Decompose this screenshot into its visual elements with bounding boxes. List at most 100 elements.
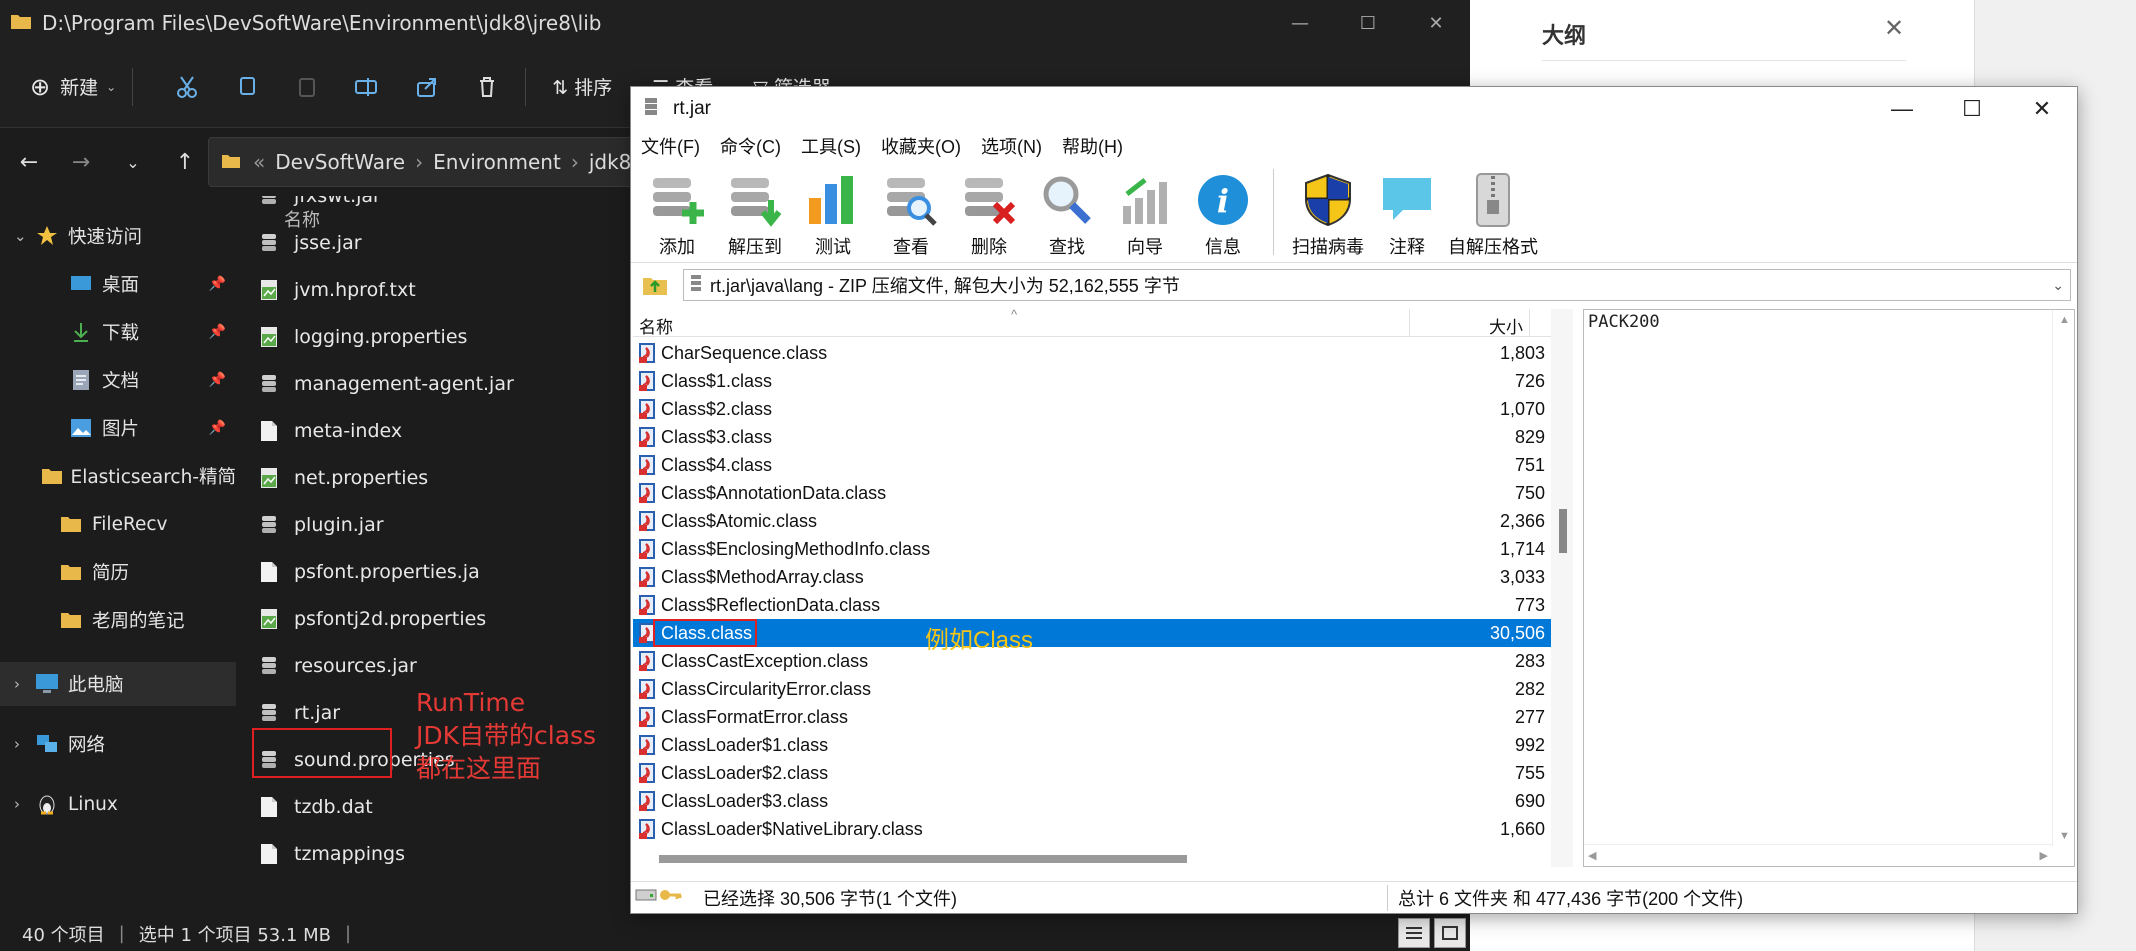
scrollbar-thumb[interactable] bbox=[659, 855, 1187, 863]
close-button[interactable]: ✕ bbox=[1402, 0, 1470, 46]
column-header-name[interactable]: 名称 bbox=[639, 313, 673, 338]
copy-icon[interactable] bbox=[225, 65, 269, 109]
sidebar-item-label: 老周的笔记 bbox=[92, 611, 185, 632]
rename-icon[interactable] bbox=[345, 65, 389, 109]
archive-row[interactable]: ClassLoader$NativeLibrary.class 1,660 bbox=[633, 815, 1551, 843]
sidebar-item-elasticsearch[interactable]: Elasticsearch-精简 bbox=[0, 454, 236, 498]
tool-label: 向导 bbox=[1127, 237, 1163, 257]
back-arrow-icon[interactable]: ← bbox=[6, 139, 52, 185]
scan-virus-button[interactable]: 扫描病毒 bbox=[1283, 163, 1373, 263]
archive-row[interactable]: ClassLoader$3.class 690 bbox=[633, 787, 1551, 815]
menu-favorites[interactable]: 收藏夹(O) bbox=[881, 133, 961, 159]
sort-button[interactable]: ⇅ 排序 bbox=[552, 73, 612, 100]
delete-button[interactable]: 删除 bbox=[949, 163, 1029, 263]
scroll-up-arrow-icon[interactable]: ▲ bbox=[2059, 314, 2070, 326]
sidebar-item-filerecv[interactable]: FileRecv bbox=[0, 502, 236, 546]
key-icon[interactable] bbox=[659, 887, 683, 908]
archive-row[interactable]: Class$2.class 1,070 bbox=[633, 395, 1551, 423]
up-arrow-icon[interactable]: ↑ bbox=[162, 139, 208, 185]
scrollbar-thumb[interactable] bbox=[1559, 509, 1567, 553]
add-button[interactable]: 添加 bbox=[637, 163, 717, 263]
cut-icon[interactable] bbox=[165, 65, 209, 109]
delete-icon[interactable] bbox=[465, 65, 509, 109]
archive-row[interactable]: Class$AnnotationData.class 750 bbox=[633, 479, 1551, 507]
archive-row[interactable]: ClassFormatError.class 277 bbox=[633, 703, 1551, 731]
menu-commands[interactable]: 命令(C) bbox=[720, 133, 781, 159]
scroll-left-arrow-icon[interactable]: ◀ bbox=[1588, 849, 1596, 862]
file-name: logging.properties bbox=[294, 326, 468, 348]
close-button[interactable]: ✕ bbox=[2007, 87, 2077, 131]
column-header-size[interactable]: 大小 bbox=[1489, 313, 1523, 338]
breadcrumb-overflow[interactable]: « bbox=[253, 150, 265, 174]
breadcrumb-devsoftware[interactable]: DevSoftWare bbox=[275, 150, 405, 174]
new-button[interactable]: ⊕ 新建 ⌄ bbox=[30, 73, 116, 101]
close-icon[interactable]: ✕ bbox=[1884, 14, 1904, 42]
scroll-down-arrow-icon[interactable]: ▼ bbox=[2059, 830, 2070, 842]
up-folder-icon[interactable] bbox=[641, 273, 669, 297]
breadcrumb-separator: › bbox=[570, 150, 579, 174]
sidebar-item-network[interactable]: › 网络 bbox=[0, 722, 236, 766]
menu-tools[interactable]: 工具(S) bbox=[801, 133, 861, 159]
chevron-down-icon[interactable]: ⌄ bbox=[2052, 277, 2064, 294]
forward-arrow-icon[interactable]: → bbox=[58, 139, 104, 185]
menu-help[interactable]: 帮助(H) bbox=[1062, 133, 1123, 159]
archive-row[interactable]: ClassCircularityError.class 282 bbox=[633, 675, 1551, 703]
chevron-down-icon[interactable]: ⌄ bbox=[14, 227, 34, 245]
details-view-icon[interactable] bbox=[1398, 918, 1430, 948]
archive-row[interactable]: ClassCastException.class 283 bbox=[633, 647, 1551, 675]
archive-row[interactable]: Class$3.class 829 bbox=[633, 423, 1551, 451]
paste-icon[interactable] bbox=[285, 65, 329, 109]
scroll-right-arrow-icon[interactable]: ▶ bbox=[2040, 849, 2048, 862]
archive-row[interactable]: ClassLoader$1.class 992 bbox=[633, 731, 1551, 759]
recent-chevron-icon[interactable]: ⌄ bbox=[110, 139, 156, 185]
menu-options[interactable]: 选项(N) bbox=[981, 133, 1042, 159]
chevron-right-icon[interactable]: › bbox=[14, 795, 34, 813]
maximize-button[interactable]: ☐ bbox=[1334, 0, 1402, 46]
archive-row[interactable]: ClassLoader$2.class 755 bbox=[633, 759, 1551, 787]
share-icon[interactable] bbox=[405, 65, 449, 109]
sfx-button[interactable]: 自解压格式 bbox=[1445, 163, 1541, 263]
archive-row[interactable]: Class$4.class 751 bbox=[633, 451, 1551, 479]
vertical-scrollbar[interactable] bbox=[1551, 309, 1573, 867]
sidebar-item-linux[interactable]: › Linux bbox=[0, 782, 236, 826]
maximize-button[interactable]: ☐ bbox=[1937, 87, 2007, 131]
folder-icon bbox=[58, 608, 84, 632]
class-file-icon bbox=[637, 678, 657, 700]
info-button[interactable]: i 信息 bbox=[1183, 163, 1263, 263]
find-button[interactable]: 查找 bbox=[1027, 163, 1107, 263]
sidebar-item-desktop[interactable]: 桌面 📌 bbox=[0, 262, 236, 306]
comment-horizontal-scrollbar[interactable]: ◀ ▶ bbox=[1584, 844, 2054, 866]
archive-row[interactable]: Class$ReflectionData.class 773 bbox=[633, 591, 1551, 619]
sidebar-item-pictures[interactable]: 图片 📌 bbox=[0, 406, 236, 450]
menu-file[interactable]: 文件(F) bbox=[641, 133, 700, 159]
breadcrumb-jdk8[interactable]: jdk8 bbox=[589, 150, 632, 174]
archive-row[interactable]: Class$Atomic.class 2,366 bbox=[633, 507, 1551, 535]
winrar-path-box[interactable]: rt.jar\java\lang - ZIP 压缩文件, 解包大小为 52,16… bbox=[683, 269, 2071, 301]
tiles-view-icon[interactable] bbox=[1434, 918, 1466, 948]
archive-row-selected[interactable]: Class.class 30,506 例如Class bbox=[633, 619, 1551, 654]
archive-row[interactable]: Class$EnclosingMethodInfo.class 1,714 bbox=[633, 535, 1551, 563]
comment-vertical-scrollbar[interactable]: ▲ ▼ bbox=[2052, 310, 2074, 846]
sidebar-item-documents[interactable]: 文档 📌 bbox=[0, 358, 236, 402]
wizard-button[interactable]: 向导 bbox=[1105, 163, 1185, 263]
sidebar-item-resume[interactable]: 简历 bbox=[0, 550, 236, 594]
archive-row[interactable]: Class$MethodArray.class 3,033 bbox=[633, 563, 1551, 591]
minimize-button[interactable]: — bbox=[1266, 0, 1334, 46]
minimize-button[interactable]: — bbox=[1867, 87, 1937, 131]
horizontal-scrollbar[interactable] bbox=[633, 847, 1551, 867]
archive-row[interactable]: Class$1.class 726 bbox=[633, 367, 1551, 395]
sidebar-item-quick-access[interactable]: ⌄ 快速访问 bbox=[0, 214, 236, 258]
archive-row-name: Class$3.class bbox=[661, 426, 773, 447]
comment-button[interactable]: 注释 bbox=[1367, 163, 1447, 263]
archive-row[interactable]: CharSequence.class 1,803 bbox=[633, 339, 1551, 367]
breadcrumb-environment[interactable]: Environment bbox=[433, 150, 561, 174]
test-button[interactable]: 测试 bbox=[793, 163, 873, 263]
extract-to-button[interactable]: 解压到 bbox=[715, 163, 795, 263]
chevron-right-icon[interactable]: › bbox=[14, 675, 34, 693]
sidebar-item-downloads[interactable]: 下载 📌 bbox=[0, 310, 236, 354]
sidebar-item-this-pc[interactable]: › 此电脑 bbox=[0, 662, 236, 706]
sidebar-item-notes[interactable]: 老周的笔记 bbox=[0, 598, 236, 642]
drive-icon[interactable] bbox=[635, 887, 657, 908]
view-button[interactable]: 查看 bbox=[871, 163, 951, 263]
chevron-right-icon[interactable]: › bbox=[14, 735, 34, 753]
